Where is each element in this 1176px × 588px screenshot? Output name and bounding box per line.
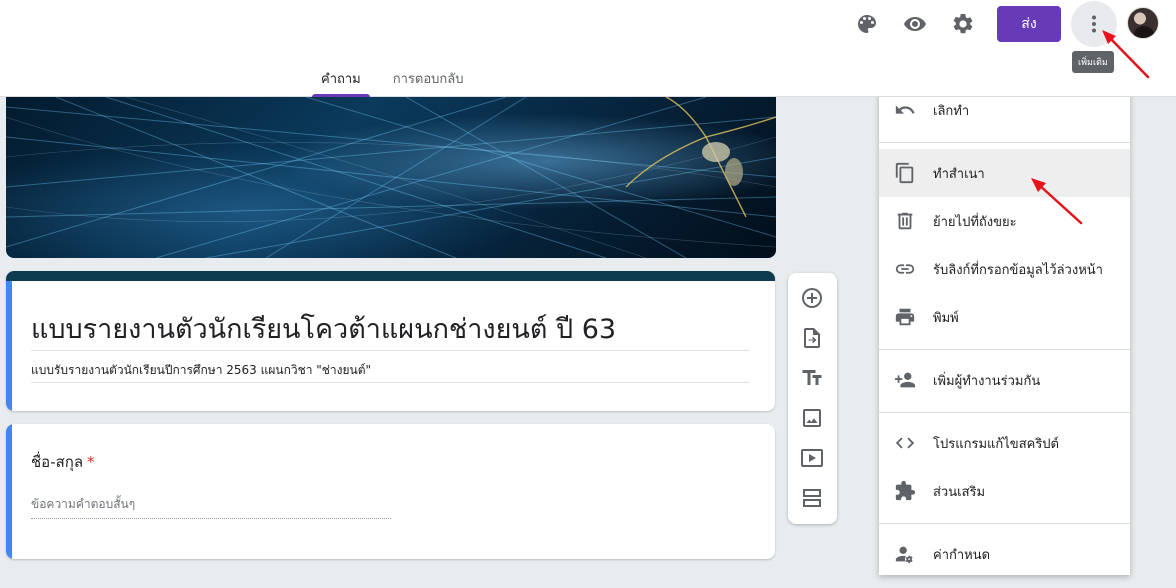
copy-icon bbox=[893, 161, 917, 185]
print-icon bbox=[893, 305, 917, 329]
palette-icon[interactable] bbox=[847, 4, 887, 44]
header-banner-image bbox=[6, 97, 776, 258]
trash-icon bbox=[893, 209, 917, 233]
menu-item-label: รับลิงก์ที่กรอกข้อมูลไว้ล่วงหน้า bbox=[933, 262, 1103, 278]
add-title-icon[interactable] bbox=[800, 366, 824, 390]
menu-item-label: โปรแกรมแก้ไขสคริปต์ bbox=[933, 436, 1060, 452]
code-icon bbox=[893, 431, 917, 455]
menu-item-preferences[interactable]: ค่ากำหนด bbox=[879, 530, 1130, 578]
form-description[interactable]: แบบรับรายงานตัวนักเรียนปีการศึกษา 2563 แ… bbox=[31, 361, 371, 380]
add-video-icon[interactable] bbox=[800, 446, 824, 470]
menu-item-print[interactable]: พิมพ์ bbox=[879, 293, 1130, 341]
menu-divider bbox=[879, 412, 1130, 413]
question-title-text: ชื่อ-สกุล bbox=[31, 453, 84, 471]
gear-icon[interactable] bbox=[943, 4, 983, 44]
description-underline bbox=[31, 382, 750, 383]
menu-item-copy[interactable]: ทำสำเนา bbox=[879, 149, 1130, 197]
menu-divider bbox=[879, 523, 1130, 524]
active-card-indicator bbox=[6, 281, 12, 411]
question-title[interactable]: ชื่อ-สกุล * bbox=[31, 450, 95, 474]
title-card-top-strip bbox=[6, 271, 775, 281]
menu-item-label: ย้ายไปที่ถังขยะ bbox=[933, 214, 1017, 230]
menu-item-trash[interactable]: ย้ายไปที่ถังขยะ bbox=[879, 197, 1130, 245]
eye-icon[interactable] bbox=[895, 4, 935, 44]
add-person-icon bbox=[893, 368, 917, 392]
more-tooltip: เพิ่มเติม bbox=[1072, 51, 1114, 73]
short-answer-placeholder: ข้อความคำตอบสั้นๆ bbox=[31, 497, 136, 511]
question-card-indicator bbox=[6, 424, 12, 559]
menu-item-label: ส่วนเสริม bbox=[933, 484, 986, 500]
title-underline bbox=[31, 350, 750, 351]
menu-item-prefilled-link[interactable]: รับลิงก์ที่กรอกข้อมูลไว้ล่วงหน้า bbox=[879, 245, 1130, 293]
menu-item-label: พิมพ์ bbox=[933, 310, 959, 326]
avatar[interactable] bbox=[1127, 7, 1159, 39]
question-card[interactable]: ชื่อ-สกุล * ข้อความคำตอบสั้นๆ bbox=[6, 424, 775, 559]
form-title-card[interactable]: แบบรายงานตัวนักเรียนโควต้าแผนกช่างยนต์ ป… bbox=[6, 271, 775, 411]
add-image-icon[interactable] bbox=[800, 406, 824, 430]
required-asterisk: * bbox=[87, 453, 95, 471]
menu-item-add-collaborators[interactable]: เพิ่มผู้ทำงานร่วมกัน bbox=[879, 356, 1130, 404]
person-settings-icon bbox=[893, 542, 917, 566]
send-button[interactable]: ส่ง bbox=[997, 6, 1061, 42]
menu-item-label: เพิ่มผู้ทำงานร่วมกัน bbox=[933, 373, 1041, 389]
floating-toolbar bbox=[788, 273, 837, 524]
link-icon bbox=[893, 257, 917, 281]
menu-divider bbox=[879, 142, 1130, 143]
add-section-icon[interactable] bbox=[800, 486, 824, 510]
more-vert-icon[interactable] bbox=[1071, 1, 1117, 47]
undo-icon bbox=[893, 98, 917, 122]
short-answer-line bbox=[31, 518, 391, 519]
add-question-icon[interactable] bbox=[800, 286, 824, 310]
menu-item-script-editor[interactable]: โปรแกรมแก้ไขสคริปต์ bbox=[879, 419, 1130, 467]
tab-bar: คำถาม การตอบกลับ bbox=[312, 62, 473, 97]
menu-item-add-ons[interactable]: ส่วนเสริม bbox=[879, 467, 1130, 515]
tab-responses[interactable]: การตอบกลับ bbox=[384, 62, 473, 97]
menu-item-label: เลิกทำ bbox=[933, 103, 970, 119]
form-title[interactable]: แบบรายงานตัวนักเรียนโควต้าแผนกช่างยนต์ ป… bbox=[31, 307, 751, 350]
puzzle-icon bbox=[893, 479, 917, 503]
import-questions-icon[interactable] bbox=[800, 326, 824, 350]
menu-item-label: ค่ากำหนด bbox=[933, 547, 991, 563]
top-bar: ส่ง เพิ่มเติม คำถาม การตอบกลับ bbox=[0, 0, 1176, 97]
tab-questions[interactable]: คำถาม bbox=[312, 62, 370, 97]
more-options-menu: เลิกทำ ทำสำเนา ย้ายไปที่ถังขยะ รับลิงก์ท… bbox=[879, 86, 1130, 575]
menu-divider bbox=[879, 349, 1130, 350]
menu-item-label: ทำสำเนา bbox=[933, 166, 985, 182]
